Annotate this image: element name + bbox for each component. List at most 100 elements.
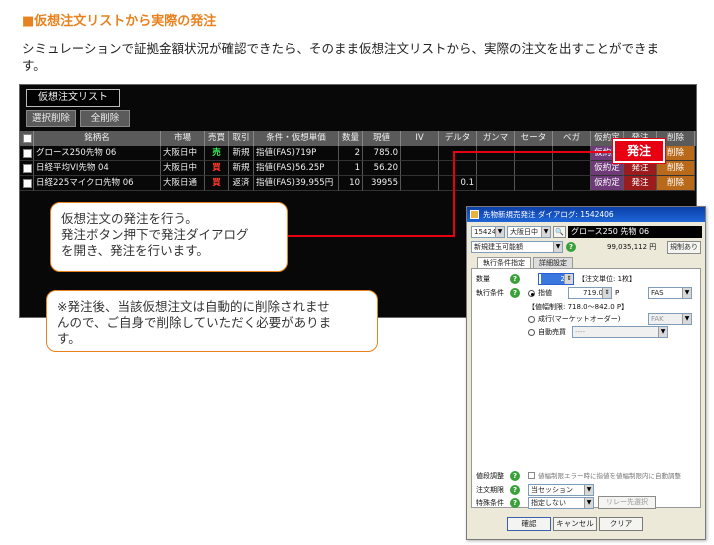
cell-qty: 2: [339, 146, 363, 161]
auto-trade-value: ----: [575, 328, 586, 336]
confirm-button[interactable]: 確認: [507, 517, 551, 531]
row-checkbox-cell[interactable]: [20, 146, 34, 161]
order-grid: 銘柄名 市場 売買 取引 条件・仮想単価 数量 現値 IV デルタ ガンマ セー…: [20, 131, 696, 191]
fak-value: FAK: [651, 315, 664, 323]
auto-trade-dropdown[interactable]: ---- ▼: [572, 326, 668, 338]
period-value: 当セッション: [531, 486, 573, 494]
price-unit: P: [615, 289, 620, 297]
code-dropdown[interactable]: 154240 ▼: [471, 226, 505, 238]
cell-condition: 指値(FAS)56.25P: [254, 161, 339, 176]
cell-symbol: 日経225マイクロ先物 06: [34, 176, 161, 191]
connector-line-bubble: [284, 235, 455, 237]
bubble-line: んので、ご自身で削除していただく必要がありま: [57, 315, 332, 330]
regulation-button[interactable]: 規制あり: [667, 241, 701, 254]
header-checkbox-cell[interactable]: [20, 131, 34, 146]
search-icon[interactable]: 🔍: [553, 226, 566, 238]
row-checkbox-cell[interactable]: [20, 161, 34, 176]
special-dropdown[interactable]: 指定しない ▼: [528, 497, 594, 509]
cell-delta: [439, 161, 477, 176]
cell-trade: 新規: [229, 161, 254, 176]
table-row[interactable]: 日経平均VI先物 04 大阪日中 買 新規 指値(FAS)56.25P 1 56…: [20, 161, 696, 176]
col-price: 現値: [363, 131, 401, 146]
table-row[interactable]: 日経225マイクロ先物 06 大阪日通 買 返済 指値(FAS)39,955円 …: [20, 176, 696, 191]
connector-line-v: [453, 151, 455, 236]
help-icon[interactable]: ?: [510, 274, 520, 284]
cell-side: 売: [205, 146, 229, 161]
help-icon[interactable]: ?: [510, 471, 520, 481]
auto-trade-radio[interactable]: [528, 329, 535, 336]
row-checkbox[interactable]: [23, 164, 32, 173]
instruction-bubble: 仮想注文の発注を行う。 発注ボタン押下で発注ダイアログ を開き、発注を行います。: [50, 202, 288, 272]
cancel-button[interactable]: キャンセル: [553, 517, 597, 531]
col-market: 市場: [161, 131, 205, 146]
cell-vega: [553, 161, 591, 176]
market-dropdown[interactable]: 大阪日中 ▼: [507, 226, 551, 238]
period-dropdown[interactable]: 当セッション ▼: [528, 484, 594, 496]
account-type-dropdown[interactable]: 新規建玉可能額 ▼: [471, 241, 563, 253]
exec-pane: 数量 ? 2 ⇕ 【注文単位: 1枚】 執行条件 ? 指値 719.0 ⇕ P FA…: [471, 268, 701, 509]
market-order-radio[interactable]: [528, 316, 535, 323]
cell-delta: 0.1: [439, 176, 477, 191]
page-description: シミュレーションで証拠金額状況が確認できたら、そのまま仮想注文リストから、実際の…: [22, 41, 660, 73]
cell-theta: [515, 146, 553, 161]
clear-button[interactable]: クリア: [599, 517, 643, 531]
order-button[interactable]: 発注: [624, 176, 657, 191]
row-checkbox[interactable]: [23, 179, 32, 188]
cell-side: 買: [205, 176, 229, 191]
kari-button[interactable]: 仮約定: [591, 161, 624, 176]
dialog-title: 先物新規売発注 ダイアログ: 1542406: [483, 210, 614, 219]
limit-label: 指値: [538, 289, 552, 297]
delete-all-button[interactable]: 全削除: [80, 110, 130, 127]
help-icon[interactable]: ?: [510, 498, 520, 508]
cell-market: 大阪日中: [161, 146, 205, 161]
stepper-icon[interactable]: ⇕: [564, 274, 573, 284]
fak-dropdown[interactable]: FAK ▼: [648, 313, 692, 325]
stepper-icon[interactable]: ⇕: [602, 288, 611, 298]
row-checkbox[interactable]: [23, 149, 32, 158]
cell-condition: 指値(FAS)719P: [254, 146, 339, 161]
limit-price-stepper[interactable]: 719.0 ⇕: [568, 287, 612, 299]
help-icon[interactable]: ?: [510, 485, 520, 495]
kari-button[interactable]: 仮約定: [591, 176, 624, 191]
chevron-down-icon: ▼: [682, 288, 691, 298]
chevron-down-icon: ▼: [658, 327, 667, 337]
cell-iv: [401, 161, 439, 176]
bubble-line: す。: [57, 331, 81, 346]
fas-dropdown[interactable]: FAS ▼: [648, 287, 692, 299]
help-icon[interactable]: ?: [566, 242, 576, 252]
order-button[interactable]: 発注: [624, 161, 657, 176]
available-amount: 99,035,112 円: [607, 243, 657, 251]
bubble-line: を開き、発注を行います。: [61, 243, 209, 258]
cell-symbol: グロース250先物 06: [34, 146, 161, 161]
cell-side: 買: [205, 161, 229, 176]
cell-iv: [401, 146, 439, 161]
cell-qty: 1: [339, 161, 363, 176]
relay-select-button[interactable]: リレー先選択: [598, 496, 656, 509]
col-side: 売買: [205, 131, 229, 146]
dialog-title-bar[interactable]: 先物新規売発注 ダイアログ: 1542406: [467, 207, 705, 222]
cell-vega: [553, 176, 591, 191]
list-title-tab[interactable]: 仮想注文リスト: [26, 89, 120, 107]
cell-market: 大阪日中: [161, 161, 205, 176]
delete-button[interactable]: 削除: [657, 176, 695, 191]
auto-trade-label: 自動売買: [538, 328, 566, 336]
table-row[interactable]: グロース250先物 06 大阪日中 売 新規 指値(FAS)719P 2 785…: [20, 146, 696, 161]
select-delete-button[interactable]: 選択削除: [26, 110, 76, 127]
row-checkbox-cell[interactable]: [20, 176, 34, 191]
chevron-down-icon: ▼: [584, 485, 593, 495]
cell-vega: [553, 146, 591, 161]
page-heading: ■仮想注文リストから実際の発注: [22, 14, 217, 29]
help-icon[interactable]: ?: [510, 288, 520, 298]
cell-trade: 返済: [229, 176, 254, 191]
select-all-checkbox[interactable]: [23, 134, 32, 143]
limit-radio[interactable]: [528, 290, 535, 297]
price-adjust-checkbox[interactable]: [528, 472, 535, 479]
delete-button[interactable]: 削除: [657, 161, 695, 176]
qty-stepper[interactable]: 2 ⇕: [538, 273, 574, 285]
grid-header-row: 銘柄名 市場 売買 取引 条件・仮想単価 数量 現値 IV デルタ ガンマ セー…: [20, 131, 696, 146]
chevron-down-icon: ▼: [495, 227, 504, 237]
cell-price: 39955: [363, 176, 401, 191]
qty-label: 数量: [476, 275, 490, 283]
account-type-value: 新規建玉可能額: [474, 243, 523, 251]
cell-price: 56.20: [363, 161, 401, 176]
